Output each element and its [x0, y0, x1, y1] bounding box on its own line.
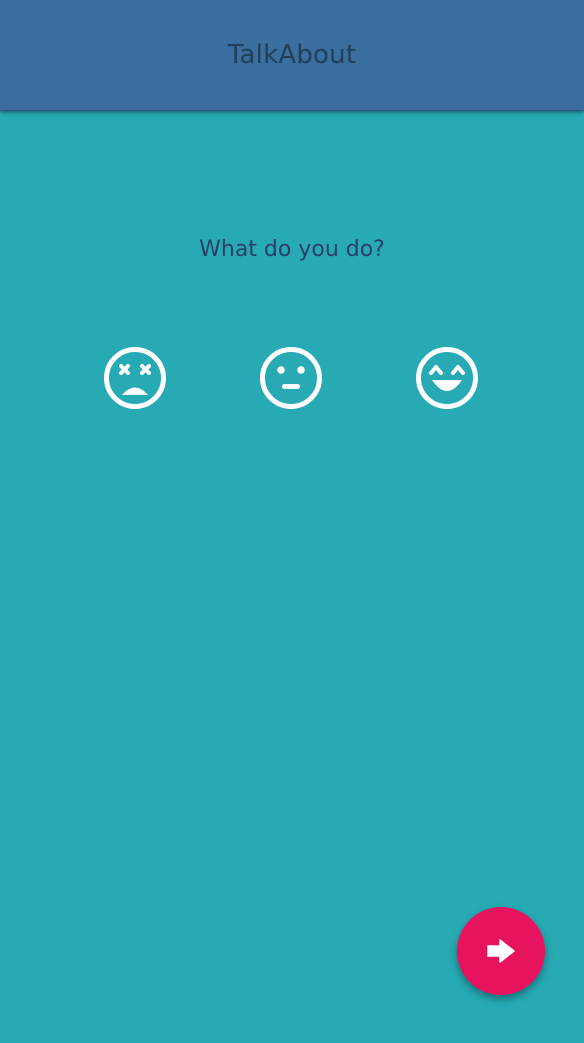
app-bar: TalkAbout	[0, 0, 584, 111]
next-button[interactable]	[457, 907, 545, 995]
arrow-right-icon	[487, 939, 515, 963]
question-text: What do you do?	[199, 237, 385, 262]
neutral-face-icon[interactable]	[259, 346, 323, 410]
grinning-face-icon[interactable]	[415, 346, 479, 410]
dizzy-face-icon[interactable]	[103, 346, 167, 410]
app-title: TalkAbout	[227, 40, 357, 70]
